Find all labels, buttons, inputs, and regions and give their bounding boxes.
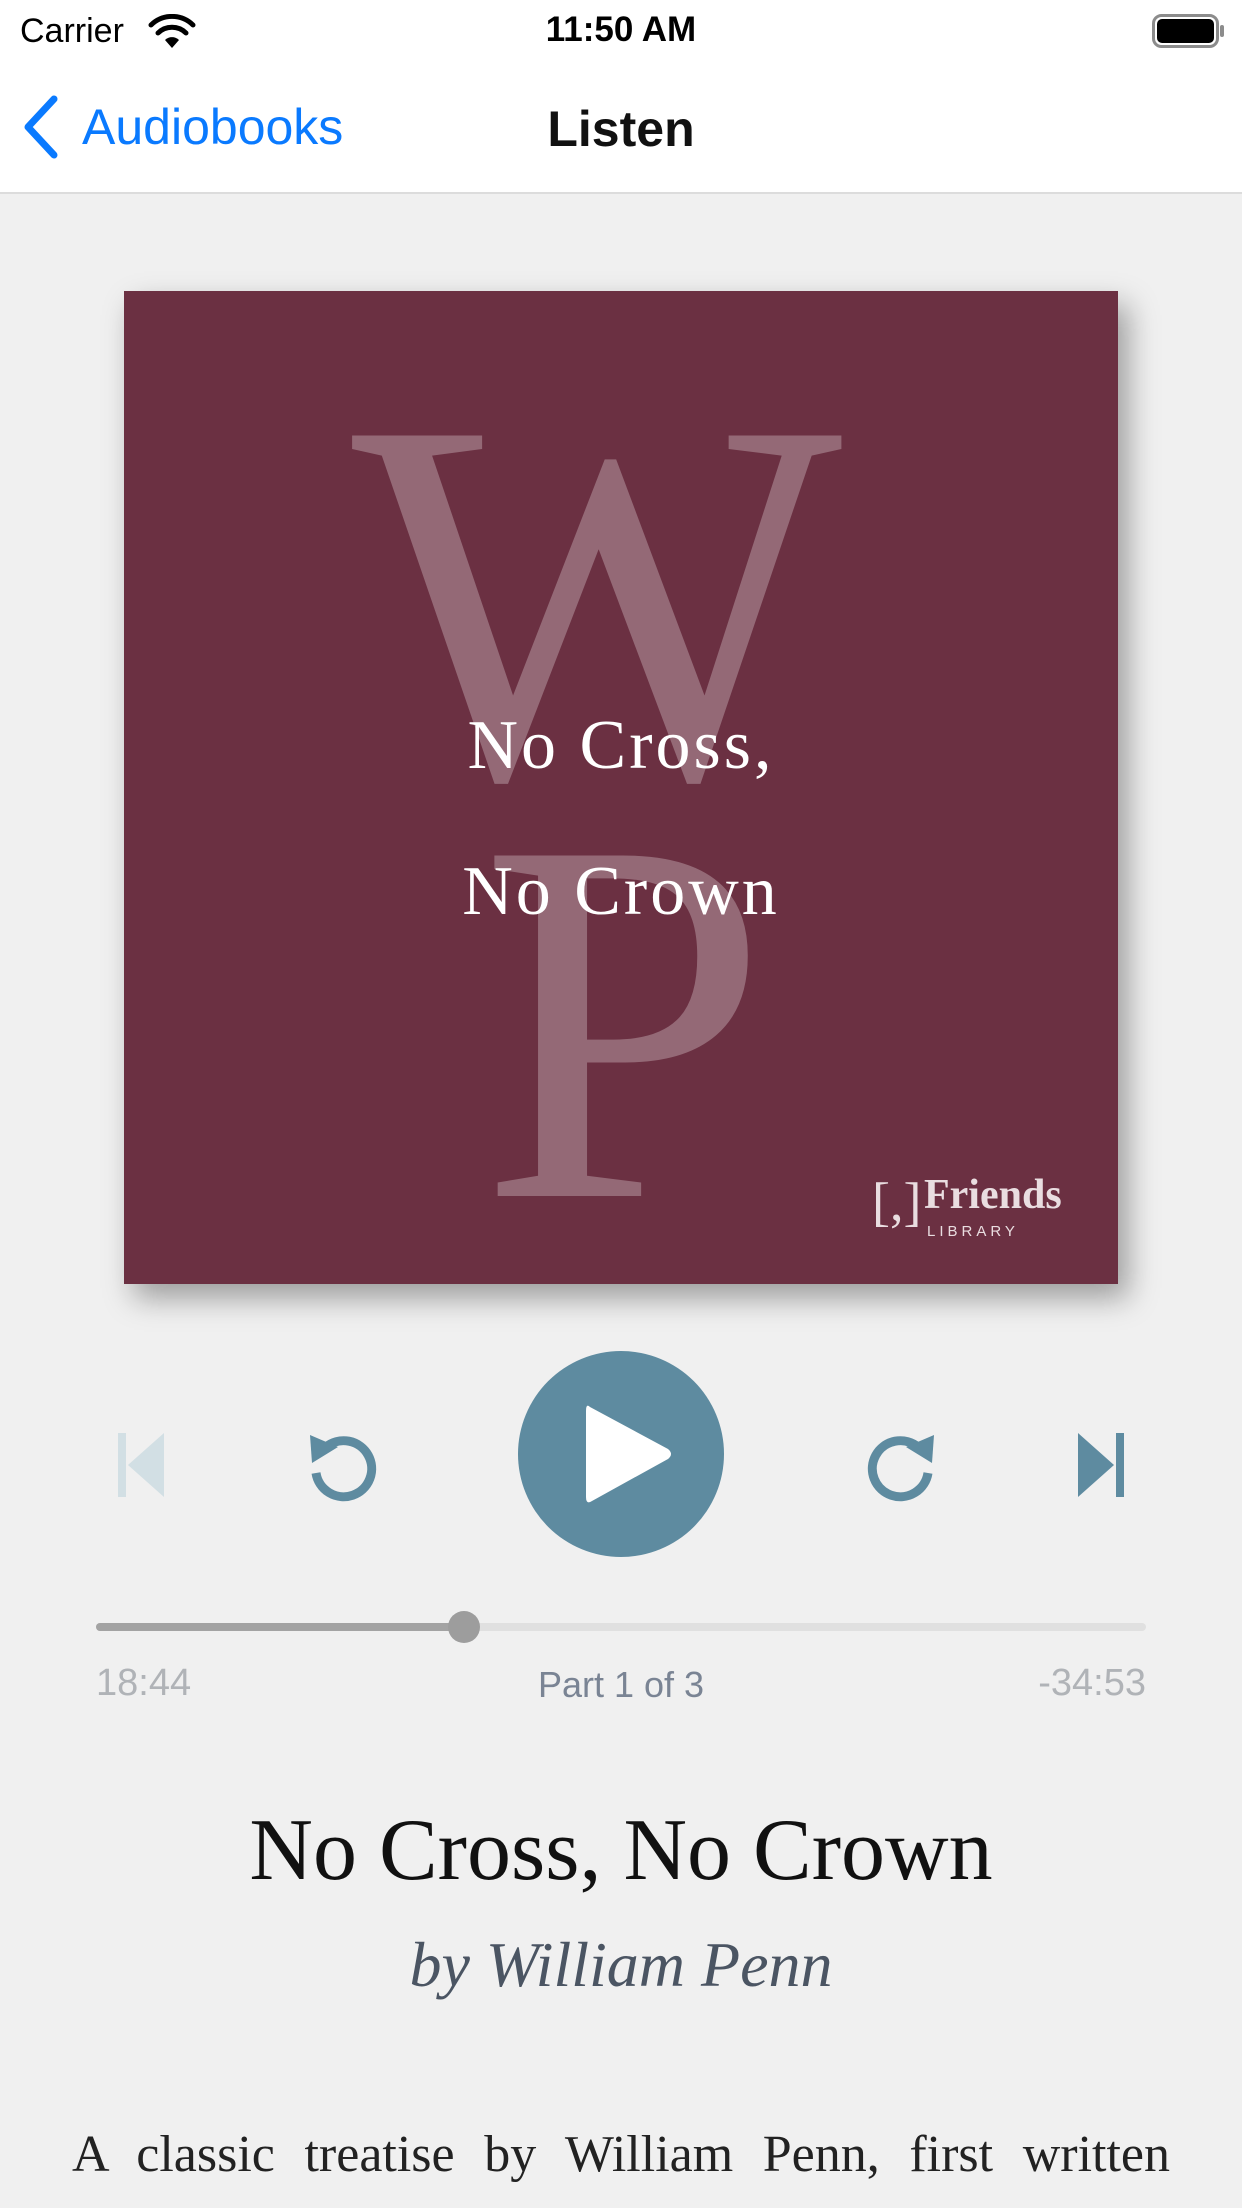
friends-library-logo-name: Friends <box>924 1172 1062 1218</box>
play-button[interactable] <box>518 1351 724 1557</box>
skip-previous-icon <box>118 1433 164 1497</box>
fast-forward-icon <box>867 1435 934 1502</box>
status-bar: Carrier 11:50 AM <box>0 0 1242 62</box>
previous-part-button[interactable] <box>112 1425 172 1505</box>
play-icon <box>586 1405 671 1503</box>
fast-forward-button[interactable] <box>862 1425 942 1505</box>
book-title: No Cross, No Crown <box>249 1802 993 1899</box>
progress-fill <box>96 1623 464 1631</box>
friends-library-logo-mark: [,] <box>872 1172 922 1232</box>
page-title: Listen <box>547 101 695 157</box>
skip-next-icon <box>1078 1433 1124 1497</box>
book-description: A classic treatise by William Penn, firs… <box>72 2126 1170 2183</box>
progress-track[interactable] <box>96 1611 1146 1643</box>
cover-title-line1: No Cross, <box>467 707 775 784</box>
cover-art: W P No Cross, No Crown [,] Friends LIBRA… <box>124 291 1118 1284</box>
rewind-icon <box>310 1435 377 1502</box>
cover-title-line2: No Crown <box>462 853 780 930</box>
friends-library-logo-sub: LIBRARY <box>927 1223 1019 1240</box>
progress-thumb[interactable] <box>447 1611 480 1643</box>
rewind-button[interactable] <box>302 1425 382 1505</box>
navigation-bar: Audiobooks Listen <box>0 62 1242 194</box>
next-part-button[interactable] <box>1070 1425 1130 1505</box>
remaining-time: -34:53 <box>1038 1662 1146 1704</box>
status-time: 11:50 AM <box>545 10 697 49</box>
battery-icon <box>1152 14 1224 48</box>
book-author: by William Penn <box>409 1929 833 2000</box>
cover-title: No Cross, No Crown <box>124 673 1118 965</box>
